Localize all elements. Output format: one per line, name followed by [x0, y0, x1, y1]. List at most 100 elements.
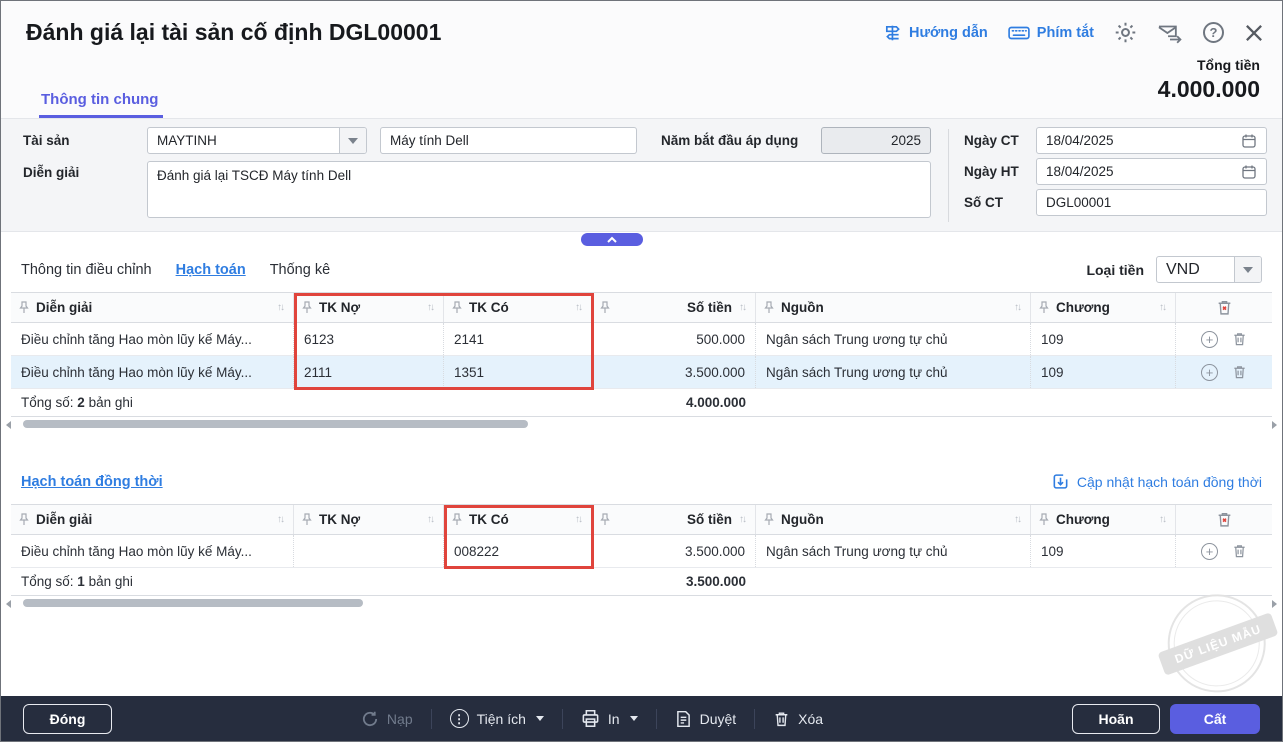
post-date-label: Ngày HT: [964, 164, 1019, 179]
guide-link[interactable]: Hướng dẫn: [884, 24, 988, 42]
tab-general-info[interactable]: Thông tin chung: [41, 91, 158, 108]
reload-button[interactable]: Nạp: [361, 710, 413, 728]
delete-button[interactable]: Xóa: [773, 710, 823, 728]
pin-icon[interactable]: [452, 301, 462, 314]
add-row-icon[interactable]: +: [1201, 331, 1218, 348]
delete-all-icon[interactable]: [1176, 505, 1272, 534]
sort-icon[interactable]: ↑↓: [1159, 302, 1167, 313]
col-amount[interactable]: Số tiền ↑↓: [592, 505, 756, 534]
postpone-button[interactable]: Hoãn: [1072, 704, 1160, 734]
doc-date-input[interactable]: 18/04/2025: [1036, 127, 1267, 154]
scrollbar-thumb[interactable]: [23, 420, 528, 428]
pin-icon[interactable]: [1039, 301, 1049, 314]
add-row-icon[interactable]: +: [1201, 543, 1218, 560]
pin-icon[interactable]: [19, 513, 29, 526]
guide-icon: [884, 24, 902, 42]
col-source[interactable]: Nguồn ↑↓: [756, 505, 1031, 534]
col-debit[interactable]: TK Nợ ↑↓: [294, 505, 444, 534]
chevron-down-icon[interactable]: [339, 128, 366, 153]
col-chapter[interactable]: Chương ↑↓: [1031, 505, 1176, 534]
sort-icon[interactable]: ↑↓: [739, 302, 747, 313]
close-icon[interactable]: [1244, 23, 1264, 43]
send-mail-icon[interactable]: [1157, 22, 1183, 44]
delete-row-icon[interactable]: [1232, 364, 1247, 380]
scroll-left-icon[interactable]: [6, 600, 11, 608]
shortcut-link[interactable]: Phím tắt: [1008, 25, 1094, 41]
sort-icon[interactable]: ↑↓: [1159, 514, 1167, 525]
sort-icon[interactable]: ↑↓: [1014, 302, 1022, 313]
sort-icon[interactable]: ↑↓: [1014, 514, 1022, 525]
sort-icon[interactable]: ↑↓: [277, 514, 285, 525]
save-button[interactable]: Cất: [1170, 704, 1260, 734]
table-row[interactable]: Điều chỉnh tăng Hao mòn lũy kế Máy... 00…: [11, 535, 1272, 568]
pin-icon[interactable]: [302, 513, 312, 526]
tab-accounting[interactable]: Hạch toán: [176, 262, 246, 278]
doc-no-input[interactable]: DGL00001: [1036, 189, 1267, 216]
settings-gear-icon[interactable]: [1114, 21, 1137, 44]
pin-icon[interactable]: [764, 301, 774, 314]
col-amount[interactable]: Số tiền ↑↓: [592, 293, 756, 322]
pin-icon[interactable]: [600, 513, 610, 526]
delete-all-icon[interactable]: [1176, 293, 1272, 322]
scrollbar-thumb[interactable]: [23, 599, 363, 607]
scroll-right-icon[interactable]: [1272, 600, 1277, 608]
chevron-down-icon[interactable]: [1234, 257, 1261, 282]
sort-icon[interactable]: ↑↓: [427, 302, 435, 313]
asset-code-combo[interactable]: MAYTINH: [147, 127, 367, 154]
scroll-left-icon[interactable]: [6, 421, 11, 429]
sort-icon[interactable]: ↑↓: [739, 514, 747, 525]
utilities-button[interactable]: ⋮ Tiện ích: [450, 709, 544, 728]
collapse-toggle[interactable]: [581, 233, 643, 246]
add-row-icon[interactable]: +: [1201, 364, 1218, 381]
simultaneous-accounting-link[interactable]: Hạch toán đồng thời: [21, 474, 163, 490]
col-desc[interactable]: Diễn giải ↑↓: [11, 505, 294, 534]
horizontal-scrollbar[interactable]: [15, 599, 1268, 608]
table-row[interactable]: Điều chỉnh tăng Hao mòn lũy kế Máy... 61…: [11, 323, 1272, 356]
pin-icon[interactable]: [302, 301, 312, 314]
pin-icon[interactable]: [600, 301, 610, 314]
post-date-input[interactable]: 18/04/2025: [1036, 158, 1267, 185]
description-textarea[interactable]: Đánh giá lại TSCĐ Máy tính Dell: [147, 161, 931, 218]
start-year-label: Năm bắt đầu áp dụng: [661, 133, 798, 148]
table-total-amount: 3.500.000: [592, 568, 756, 595]
form-divider: [948, 129, 949, 222]
chevron-up-icon: [606, 236, 618, 244]
col-credit[interactable]: TK Có ↑↓: [444, 505, 592, 534]
asset-name-input[interactable]: Máy tính Dell: [380, 127, 637, 154]
currency-label: Loại tiền: [1086, 262, 1144, 278]
approve-button[interactable]: Duyệt: [675, 710, 737, 728]
utilities-icon: ⋮: [450, 709, 469, 728]
delete-row-icon[interactable]: [1232, 543, 1247, 559]
print-button[interactable]: In: [581, 709, 638, 728]
calendar-icon[interactable]: [1241, 133, 1257, 149]
pin-icon[interactable]: [1039, 513, 1049, 526]
pin-icon[interactable]: [452, 513, 462, 526]
tab-statistics[interactable]: Thống kê: [270, 262, 330, 278]
tab-adjustment-info[interactable]: Thông tin điều chỉnh: [21, 262, 152, 278]
record-count: 1: [77, 574, 85, 589]
calendar-icon[interactable]: [1241, 164, 1257, 180]
doc-date-label: Ngày CT: [964, 133, 1019, 148]
col-source[interactable]: Nguồn ↑↓: [756, 293, 1031, 322]
collapse-strip: [1, 232, 1282, 248]
pin-icon[interactable]: [764, 513, 774, 526]
col-chapter[interactable]: Chương ↑↓: [1031, 293, 1176, 322]
scroll-right-icon[interactable]: [1272, 421, 1277, 429]
col-desc[interactable]: Diễn giải ↑↓: [11, 293, 294, 322]
sort-icon[interactable]: ↑↓: [427, 514, 435, 525]
close-button[interactable]: Đóng: [23, 704, 112, 734]
update-simultaneous-link[interactable]: Cập nhật hạch toán đồng thời: [1052, 473, 1262, 490]
help-icon[interactable]: ?: [1203, 22, 1224, 43]
start-year-field: 2025: [821, 127, 931, 154]
table-row-selected[interactable]: Điều chỉnh tăng Hao mòn lũy kế Máy... 21…: [11, 356, 1272, 389]
horizontal-scrollbar[interactable]: [15, 420, 1268, 429]
document-icon: [675, 710, 692, 728]
sort-icon[interactable]: ↑↓: [575, 514, 583, 525]
sort-icon[interactable]: ↑↓: [575, 302, 583, 313]
col-credit[interactable]: TK Có ↑↓: [444, 293, 592, 322]
pin-icon[interactable]: [19, 301, 29, 314]
col-debit[interactable]: TK Nợ ↑↓: [294, 293, 444, 322]
currency-combo[interactable]: VND: [1156, 256, 1262, 283]
delete-row-icon[interactable]: [1232, 331, 1247, 347]
sort-icon[interactable]: ↑↓: [277, 302, 285, 313]
